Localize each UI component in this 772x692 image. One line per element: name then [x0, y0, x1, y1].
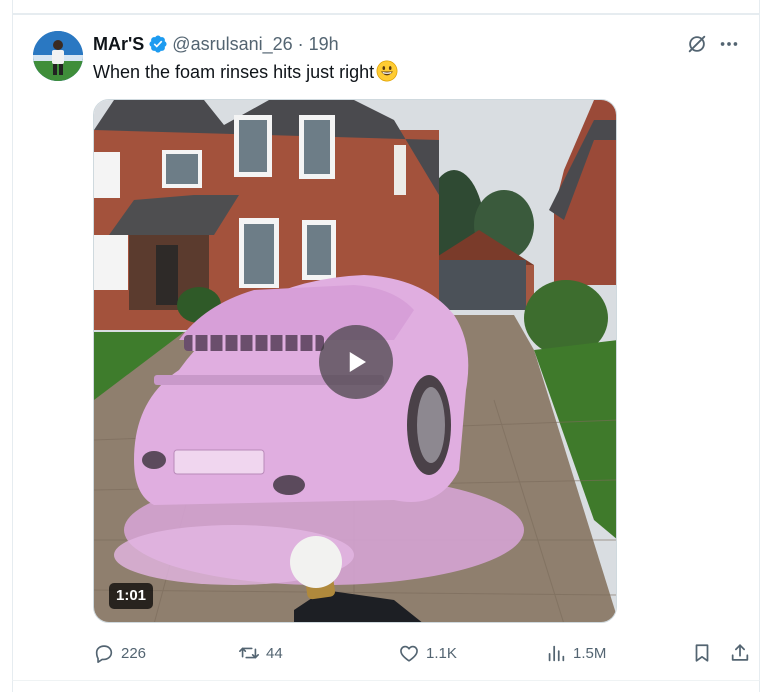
- repost-button[interactable]: 44: [238, 639, 283, 667]
- reply-button[interactable]: 226: [93, 639, 146, 667]
- repost-count: 44: [266, 644, 283, 662]
- separator-dot: ·: [297, 33, 304, 54]
- tweet-text: When the foam rinses hits just right: [93, 62, 375, 82]
- views-button[interactable]: 1.5M: [545, 639, 606, 667]
- more-icon[interactable]: [716, 31, 742, 57]
- grinning-face-emoji-icon: [376, 60, 398, 82]
- play-button[interactable]: [319, 325, 393, 399]
- bookmark-icon: [695, 644, 709, 662]
- timestamp[interactable]: 19h: [309, 34, 339, 55]
- grok-icon[interactable]: [684, 31, 710, 57]
- play-icon: [349, 352, 366, 372]
- tweet[interactable]: MAr'S @asrulsani_26 · 19h When the foam …: [12, 14, 760, 680]
- like-icon: [400, 645, 418, 662]
- reply-count: 226: [121, 644, 147, 662]
- next-post-edge: [12, 680, 760, 692]
- tweet-text-row: When the foam rinses hits just right: [93, 60, 398, 84]
- handle[interactable]: @asrulsani_26: [172, 34, 292, 55]
- video-duration: 1:01: [109, 583, 154, 609]
- reply-icon: [95, 645, 113, 663]
- share-icon: [731, 644, 749, 661]
- display-name[interactable]: MAr'S: [93, 34, 144, 55]
- action-bar: 226 44 1.1K 1.5M: [93, 639, 749, 667]
- tweet-header: MAr'S @asrulsani_26 · 19h: [93, 33, 339, 55]
- bookmark-button[interactable]: [688, 639, 716, 667]
- view-count: 1.5M: [573, 644, 607, 662]
- avatar[interactable]: [33, 31, 83, 81]
- video-player[interactable]: 1:01: [93, 99, 617, 623]
- repost-icon: [239, 647, 259, 659]
- verified-badge-icon: [149, 35, 167, 53]
- previous-post-edge: [12, 0, 760, 14]
- views-icon: [548, 645, 565, 662]
- like-button[interactable]: 1.1K: [398, 639, 457, 667]
- like-count: 1.1K: [426, 644, 457, 662]
- share-button[interactable]: [726, 639, 754, 667]
